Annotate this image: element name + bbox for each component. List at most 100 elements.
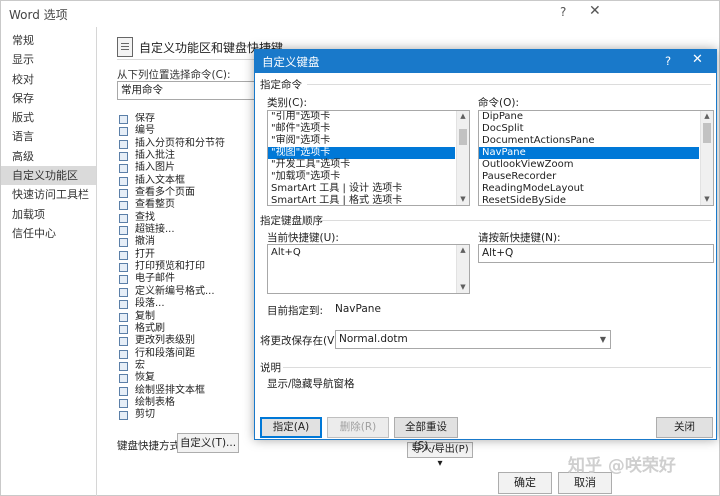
command-item[interactable]: OutlookViewZoom <box>479 159 699 171</box>
command-label: 格式刷 <box>135 322 165 334</box>
scroll-down-icon[interactable]: ▼ <box>457 282 469 293</box>
command-list-item[interactable]: 查找 <box>117 212 257 224</box>
command-icon <box>119 386 128 396</box>
category-item[interactable]: "邮件"选项卡 <box>268 123 455 135</box>
category-item[interactable]: SmartArt 工具 | 格式 选项卡 <box>268 195 455 205</box>
scroll-down-icon[interactable]: ▼ <box>701 194 713 205</box>
commands-scrollbar[interactable]: ▲ ▼ <box>700 111 713 205</box>
command-item[interactable]: DipPane <box>479 111 699 123</box>
scroll-thumb[interactable] <box>459 129 467 145</box>
command-list-item[interactable]: 保存 <box>117 113 257 125</box>
command-label: 剪切 <box>135 409 155 421</box>
command-icon <box>119 226 128 236</box>
nav-layout[interactable]: 版式 <box>1 108 96 127</box>
nav-addins[interactable]: 加载项 <box>1 205 96 224</box>
category-item[interactable]: "加载项"选项卡 <box>268 171 455 183</box>
choose-commands-select[interactable]: 常用命令 <box>117 81 257 100</box>
command-icon <box>119 361 128 371</box>
reset-all-button[interactable]: 全部重设(S)... <box>394 417 458 452</box>
remove-button[interactable]: 删除(R) <box>327 417 389 438</box>
new-key-input[interactable]: Alt+Q <box>478 244 714 263</box>
category-item[interactable]: SmartArt 工具 | 设计 选项卡 <box>268 183 455 195</box>
command-list-item[interactable]: 打印预览和打印 <box>117 261 257 273</box>
divider <box>307 84 711 85</box>
command-item[interactable]: ReadingModeLayout <box>479 183 699 195</box>
command-list-item[interactable]: 插入图片 <box>117 162 257 174</box>
scroll-down-icon[interactable]: ▼ <box>457 194 469 205</box>
command-list-item[interactable]: 查看整页 <box>117 199 257 211</box>
command-icon <box>119 139 128 149</box>
command-label: 插入批注 <box>135 150 175 162</box>
command-list-item[interactable]: 撤消 <box>117 236 257 248</box>
specify-command-heading: 指定命令 <box>260 79 302 91</box>
command-label: 插入分页符和分节符 <box>135 137 225 149</box>
command-list-item[interactable]: 查看多个页面 <box>117 187 257 199</box>
nav-proofing[interactable]: 校对 <box>1 70 96 89</box>
customize-keyboard-button[interactable]: 自定义(T)... <box>177 433 239 453</box>
ok-button[interactable]: 确定 <box>498 472 552 494</box>
command-item[interactable]: DocSplit <box>479 123 699 135</box>
nav-language[interactable]: 语言 <box>1 127 96 146</box>
command-label: 绘制竖排文本框 <box>135 384 205 396</box>
scroll-up-icon[interactable]: ▲ <box>457 245 469 256</box>
command-list-item[interactable]: 绘制竖排文本框 <box>117 385 257 397</box>
command-list-item[interactable]: 插入分页符和分节符 <box>117 138 257 150</box>
divider <box>319 220 711 221</box>
command-list-item[interactable]: 插入文本框 <box>117 175 257 187</box>
command-list-item[interactable]: 打开 <box>117 249 257 261</box>
nav-advanced[interactable]: 高级 <box>1 147 96 166</box>
command-list[interactable]: 保存 编号 插入分页符和分节符 插入批注 插入图片 插入文本框 查看多个页面 查看整页 查找 超链… <box>117 113 257 425</box>
command-list-item[interactable]: 格式刷 <box>117 323 257 335</box>
command-list-item[interactable]: 段落... <box>117 298 257 310</box>
current-key-item[interactable]: Alt+Q <box>268 245 469 259</box>
scroll-up-icon[interactable]: ▲ <box>457 111 469 122</box>
close-button[interactable]: 关闭 <box>656 417 713 438</box>
command-list-item[interactable]: 绘制表格 <box>117 397 257 409</box>
command-item[interactable]: NavPane <box>479 147 699 159</box>
scroll-thumb[interactable] <box>703 123 711 143</box>
command-list-item[interactable]: 电子邮件 <box>117 273 257 285</box>
current-keys-listbox[interactable]: Alt+Q ▲ ▼ <box>267 244 470 294</box>
save-in-select[interactable]: Normal.dotm ▼ <box>335 330 611 349</box>
command-label: 宏 <box>135 359 145 371</box>
command-list-item[interactable]: 超链接... <box>117 224 257 236</box>
command-list-item[interactable]: 行和段落间距 <box>117 348 257 360</box>
command-item[interactable]: PauseRecorder <box>479 171 699 183</box>
categories-listbox[interactable]: "引用"选项卡 "邮件"选项卡 "审阅"选项卡 "视图"选项卡 "开发工具"选项卡 "加载… <box>267 110 470 206</box>
current-keys-scrollbar[interactable]: ▲ ▼ <box>456 245 469 293</box>
close-button[interactable]: ✕ <box>589 3 601 19</box>
command-list-item[interactable]: 更改列表级别 <box>117 335 257 347</box>
dialog-help-button[interactable]: ? <box>665 54 671 68</box>
command-list-item[interactable]: 复制 <box>117 311 257 323</box>
command-item[interactable]: DocumentActionsPane <box>479 135 699 147</box>
commands-listbox[interactable]: DipPane DocSplit DocumentActionsPane NavPan… <box>478 110 714 206</box>
category-item[interactable]: "开发工具"选项卡 <box>268 159 455 171</box>
nav-general[interactable]: 常规 <box>1 31 96 50</box>
command-icon <box>119 374 128 384</box>
command-icon <box>119 176 128 186</box>
command-label: 段落... <box>135 298 165 310</box>
command-list-item[interactable]: 编号 <box>117 125 257 137</box>
command-list-item[interactable]: 剪切 <box>117 409 257 421</box>
scroll-up-icon[interactable]: ▲ <box>701 111 713 122</box>
command-list-item[interactable]: 定义新编号格式... <box>117 286 257 298</box>
nav-display[interactable]: 显示 <box>1 50 96 69</box>
category-item[interactable]: "视图"选项卡 <box>268 147 455 159</box>
dialog-close-button[interactable]: ✕ <box>692 52 703 67</box>
command-list-item[interactable]: 恢复 <box>117 372 257 384</box>
nav-save[interactable]: 保存 <box>1 89 96 108</box>
category-item[interactable]: "审阅"选项卡 <box>268 135 455 147</box>
category-item[interactable]: "引用"选项卡 <box>268 111 455 123</box>
nav-quick-access-toolbar[interactable]: 快速访问工具栏 <box>1 185 96 204</box>
command-label: 行和段落间距 <box>135 347 195 359</box>
assign-button[interactable]: 指定(A) <box>260 417 322 438</box>
command-list-item[interactable]: 插入批注 <box>117 150 257 162</box>
nav-customize-ribbon[interactable]: 自定义功能区 <box>1 166 96 186</box>
command-list-item[interactable]: 宏 <box>117 360 257 372</box>
divider <box>283 367 711 368</box>
nav-trust-center[interactable]: 信任中心 <box>1 224 96 243</box>
categories-scrollbar[interactable]: ▲ ▼ <box>456 111 469 205</box>
command-label: 插入文本框 <box>135 174 185 186</box>
help-button[interactable]: ? <box>560 5 566 19</box>
command-item[interactable]: ResetSideBySide <box>479 195 699 205</box>
